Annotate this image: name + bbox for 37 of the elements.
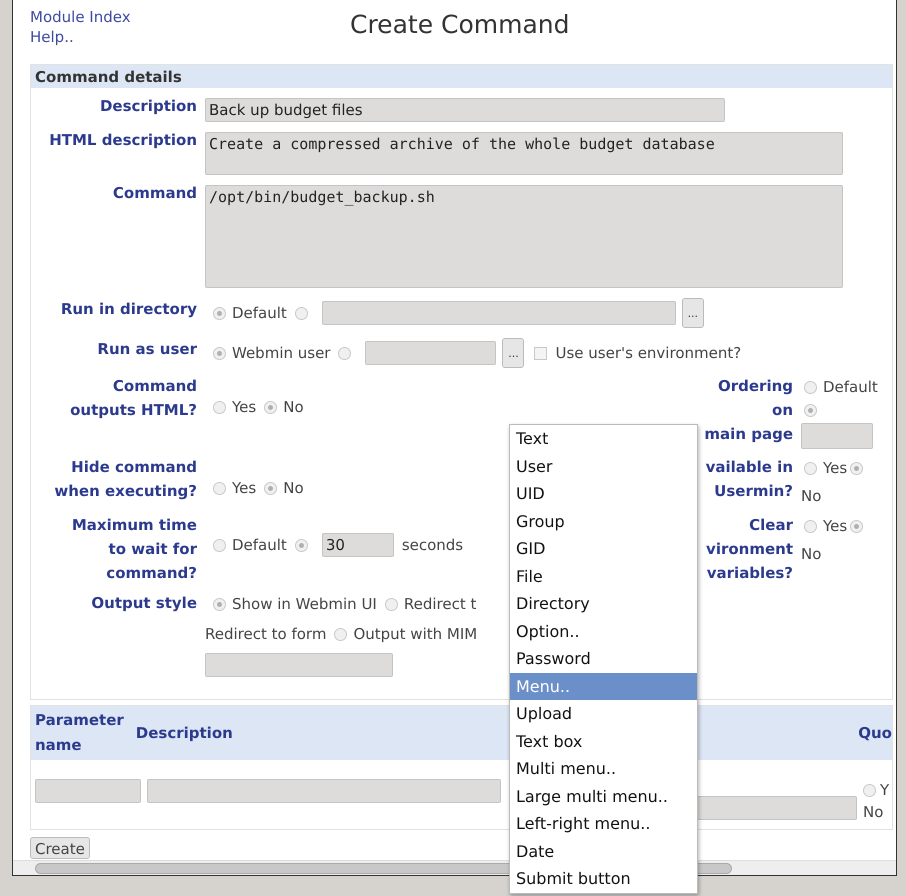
option-label: Use user's environment? xyxy=(555,343,742,364)
field-label: vailable in Usermin? xyxy=(704,457,793,502)
option-label: Default xyxy=(232,303,287,324)
column-header: Parameter name xyxy=(34,710,124,756)
field-label: Output style xyxy=(90,593,197,614)
field-label: Run in directory xyxy=(60,299,197,320)
option-label: Yes xyxy=(823,458,848,479)
field-label: Description xyxy=(98,96,197,117)
field-label: Command outputs HTML? xyxy=(69,376,197,421)
option-label: No xyxy=(283,478,304,499)
option-label: No xyxy=(863,802,884,823)
option-label: Output with MIM xyxy=(353,624,478,645)
option-label: No xyxy=(801,486,822,507)
option-label: Default xyxy=(232,535,287,556)
option-label: No xyxy=(801,544,822,565)
page-title: Create Command xyxy=(350,10,570,39)
option-label: Redirect to form xyxy=(205,624,326,645)
option-label: Default xyxy=(823,377,878,398)
option-label: Show in Webmin UI xyxy=(232,594,377,615)
field-label: Run as user xyxy=(96,339,197,360)
column-header: Description xyxy=(134,722,233,744)
option-label: No xyxy=(283,397,304,418)
option-label: Redirect t xyxy=(404,594,476,615)
field-label: HTML description xyxy=(48,130,197,151)
option-label: Yes xyxy=(823,516,848,537)
option-label: Y xyxy=(880,780,890,801)
field-label: Maximum time to wait for command? xyxy=(70,515,197,584)
option-label: Yes xyxy=(232,397,256,418)
column-header: Quo xyxy=(857,722,892,744)
field-label: Ordering on main page xyxy=(703,376,793,445)
option-label: Webmin user xyxy=(232,343,330,364)
field-label: Hide command when executing? xyxy=(53,457,197,502)
field-label: Command xyxy=(112,183,197,204)
option-label: seconds xyxy=(402,535,464,556)
field-label: Clear vironment variables? xyxy=(705,515,793,584)
section-title: Command details xyxy=(31,65,892,88)
option-label: Yes xyxy=(232,478,256,499)
